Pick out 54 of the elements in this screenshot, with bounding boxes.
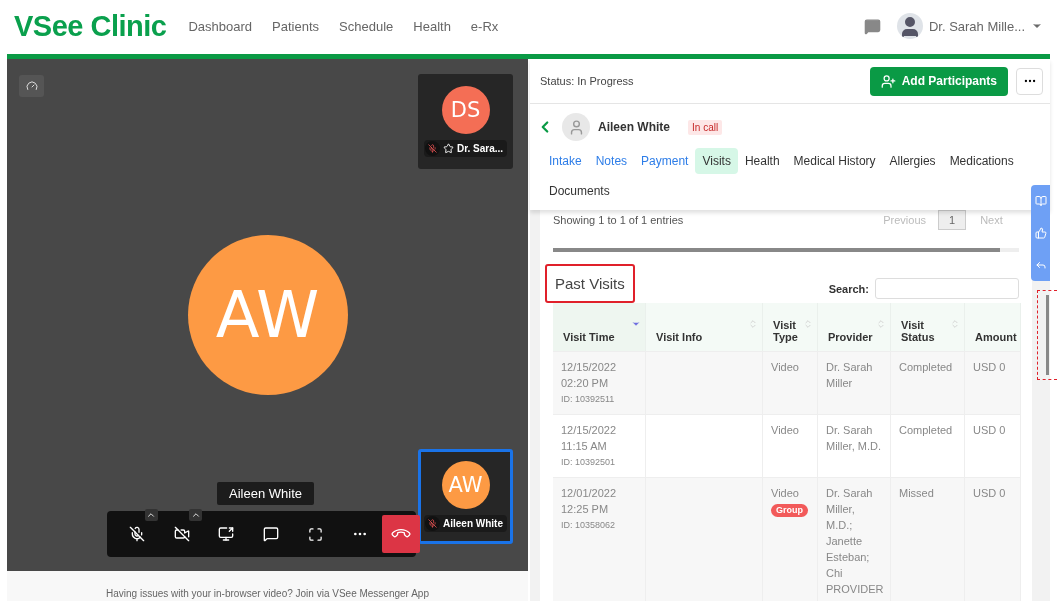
- participant-avatar: DS: [441, 86, 490, 134]
- search-label: Search:: [828, 283, 869, 295]
- table-cell: USD 0: [965, 477, 1021, 601]
- table-cell: Dr. Sarah Miller: [818, 351, 891, 414]
- tab-link[interactable]: Intake: [542, 148, 589, 174]
- participant-avatar: AW: [187, 235, 348, 395]
- table-cell: 12/15/2022 11:15 AM ID: 10392501: [553, 414, 646, 477]
- column-header[interactable]: Provider: [818, 303, 891, 351]
- tab[interactable]: Medications: [942, 148, 1021, 174]
- status-text: Status: In Progress: [540, 75, 634, 87]
- column-header[interactable]: Visit Status: [891, 303, 965, 351]
- participant-tile[interactable]: DS Dr. Sara...: [418, 74, 513, 169]
- column-header[interactable]: Visit Type: [763, 303, 818, 351]
- table-cell: Video Group: [763, 477, 818, 601]
- tab[interactable]: Visits: [695, 148, 738, 174]
- participant-name: Aileen White: [443, 518, 503, 529]
- help-text: Having issues with your in-browser video? Join via VSee Messenger App: [106, 588, 429, 599]
- patient-name: Aileen White: [598, 120, 670, 134]
- table-cell: Missed: [891, 477, 965, 601]
- table-cell: Dr. Sarah Miller, M.D.; Janette Esteban; Chi PROVIDER: [818, 477, 891, 601]
- table-cell: Video: [763, 351, 818, 414]
- table-cell: Dr. Sarah Miller, M.D.: [818, 414, 891, 477]
- participant-tile[interactable]: AW Aileen White: [418, 449, 513, 544]
- user-menu[interactable]: Dr. Sarah Mille...: [896, 13, 1043, 39]
- call-status-badge: In call: [688, 119, 723, 135]
- participant-name: Dr. Sara...: [456, 143, 504, 154]
- table-cell: Video: [763, 414, 818, 477]
- tab[interactable]: Documents: [542, 178, 617, 204]
- tab-link[interactable]: Payment: [634, 148, 696, 174]
- nav-link[interactable]: Schedule: [339, 18, 394, 34]
- column-header[interactable]: Amount: [965, 303, 1021, 351]
- table-cell: USD 0: [965, 351, 1021, 414]
- nav-link[interactable]: Dashboard: [188, 18, 253, 34]
- tab-link[interactable]: Notes: [588, 148, 635, 174]
- nav-link[interactable]: Health: [413, 18, 451, 34]
- table-cell: 12/01/2022 12:25 PM ID: 10358062: [553, 477, 646, 601]
- entries-info: Showing 1 to 1 of 1 entries: [553, 214, 684, 226]
- nav-link[interactable]: Patients: [272, 18, 320, 34]
- speaker-name-tag: Aileen White: [217, 482, 314, 505]
- table-cell: Completed: [891, 414, 965, 477]
- nav-link[interactable]: e-Rx: [470, 18, 499, 34]
- add-participants-button[interactable]: Add Participants: [869, 66, 1008, 96]
- page-number[interactable]: 1: [938, 210, 967, 230]
- table-cell: USD 0: [965, 414, 1021, 477]
- group-tag: Group: [771, 504, 808, 517]
- section-title: Past Visits: [545, 264, 635, 303]
- table-cell: Completed: [891, 351, 965, 414]
- column-header[interactable]: Visit Info: [646, 303, 763, 351]
- table-cell: 12/15/2022 02:20 PM ID: 10392511: [553, 351, 646, 414]
- tab[interactable]: Health: [737, 148, 787, 174]
- column-header[interactable]: Visit Time: [553, 303, 646, 351]
- participant-avatar: AW: [441, 461, 490, 509]
- tab[interactable]: Medical History: [786, 148, 883, 174]
- tab[interactable]: Allergies: [882, 148, 943, 174]
